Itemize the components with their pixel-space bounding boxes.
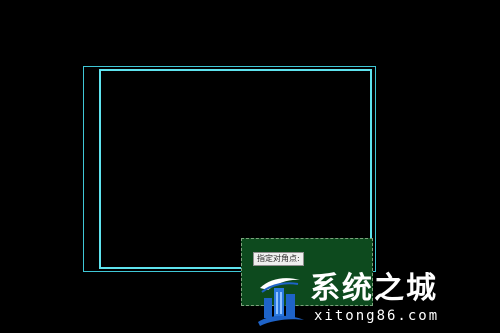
watermark-domain: xitong86.com: [314, 308, 440, 324]
prompt-text: 指定对角点:: [257, 254, 300, 263]
watermark-site-name: 系统之城: [310, 271, 438, 306]
coordinate-prompt-tooltip: 指定对角点:: [253, 252, 304, 266]
site-watermark: 系统之城 xitong86.com: [256, 268, 492, 328]
building-logo-icon: [258, 278, 304, 326]
drawing-canvas[interactable]: 指定对角点: 系统之城 xitong86.com: [0, 0, 500, 333]
